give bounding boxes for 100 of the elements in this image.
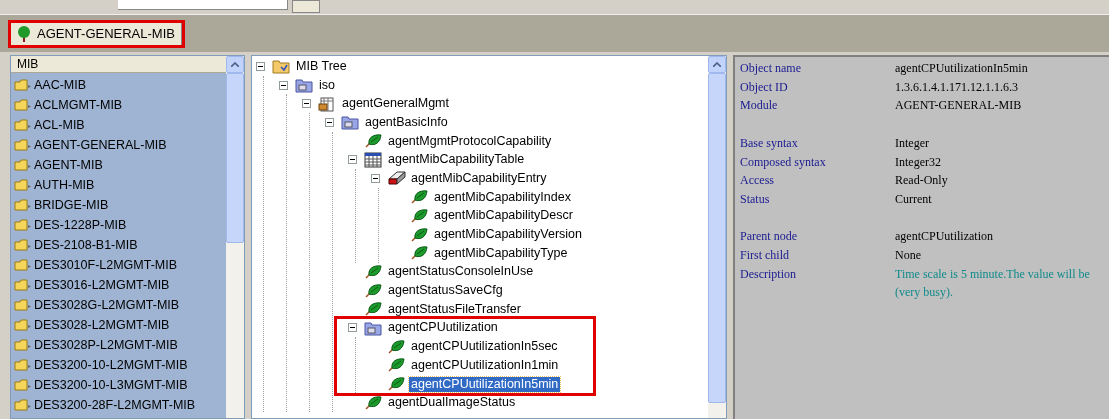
list-item[interactable]: AUTH-MIB	[11, 175, 226, 195]
expander-toggle[interactable]	[325, 117, 334, 127]
leaf-icon	[364, 301, 382, 318]
property-value: Current	[895, 190, 932, 208]
toolbar-field[interactable]	[118, 0, 288, 10]
leaf-icon	[410, 189, 428, 206]
expander-toggle[interactable]	[279, 80, 288, 90]
folder-icon	[14, 399, 32, 411]
tree-node[interactable]: agentCPUutilizationIn1min	[409, 357, 561, 373]
expander-toggle[interactable]	[348, 155, 357, 165]
tree-node[interactable]: MIB Tree	[294, 58, 349, 74]
list-item[interactable]: DES3200-28F-L2MGMT-MIB	[11, 395, 226, 415]
folder-icon	[14, 199, 32, 211]
scrollbar[interactable]	[226, 56, 244, 418]
list-item[interactable]: DES3028G-L2MGMT-MIB	[11, 295, 226, 315]
tree-node[interactable]: agentCPUutilization	[386, 320, 500, 336]
property-value: Time scale is 5 minute.The value will be	[895, 265, 1090, 283]
tree-node[interactable]: agentGeneralMgmt	[340, 96, 451, 112]
list-item[interactable]: DES3016-L2MGMT-MIB	[11, 275, 226, 295]
folder-icon	[295, 77, 313, 94]
tree-node[interactable]: agentDualImageStatus	[386, 395, 518, 411]
entry-icon	[387, 170, 407, 187]
folder-icon	[14, 319, 32, 331]
list-item[interactable]: DES3028-L2MGMT-MIB	[11, 315, 226, 335]
list-item[interactable]: DES-2108-B1-MIB	[11, 235, 226, 255]
tree-node[interactable]: agentMibCapabilityVersion	[432, 227, 584, 243]
list-item[interactable]: DES3200-10-L3MGMT-MIB	[11, 375, 226, 395]
tree-node[interactable]: agentMibCapabilityIndex	[432, 189, 573, 205]
leaf-icon	[364, 394, 382, 411]
list-item[interactable]: AAC-MIB	[11, 75, 226, 95]
property-label: Access	[740, 172, 775, 190]
scrollbar[interactable]	[708, 56, 726, 418]
list-item[interactable]: ACLMGMT-MIB	[11, 95, 226, 115]
expander-toggle[interactable]	[302, 99, 311, 109]
folder-icon	[14, 279, 32, 291]
toolbar-button[interactable]	[292, 0, 320, 13]
leaf-icon	[410, 207, 428, 224]
property-value: 1.3.6.1.4.1.171.12.1.1.6.3	[895, 78, 1018, 96]
tree-node[interactable]: agentMgmtProtocolCapability	[386, 133, 554, 149]
property-label: Module	[740, 97, 779, 115]
folder-icon	[341, 114, 359, 131]
property-label: First child	[740, 247, 790, 264]
expander-toggle[interactable]	[256, 61, 265, 71]
property-label: Parent node	[740, 228, 798, 246]
property-label: Base syntax	[740, 134, 799, 152]
property-value: Read-Only	[895, 172, 948, 190]
tree-node[interactable]: agentCPUutilizationIn5min	[409, 376, 561, 392]
expander-toggle[interactable]	[348, 323, 357, 333]
folder-icon	[364, 319, 382, 336]
leaf-icon	[364, 263, 382, 280]
list-item[interactable]: DES3200-10-L2MGMT-MIB	[11, 355, 226, 375]
list-item[interactable]: AGENT-GENERAL-MIB	[11, 135, 226, 155]
property-label: Status	[740, 190, 771, 208]
folder-icon	[272, 58, 290, 75]
property-value: agentCPUutilizationIn5min	[895, 60, 1028, 77]
list-item[interactable]: AGENT-MIB	[11, 155, 226, 175]
property-value: AGENT-GENERAL-MIB	[895, 97, 1022, 115]
folder-icon	[14, 139, 32, 151]
tree-node[interactable]: agentMibCapabilityType	[432, 245, 570, 261]
property-value: agentCPUutilization	[895, 228, 993, 246]
property-value: Integer	[895, 134, 929, 152]
folder-icon	[14, 119, 32, 131]
property-label: Object ID	[740, 78, 789, 96]
tab[interactable]: AGENT-GENERAL-MIB	[11, 23, 182, 45]
tree-node[interactable]: agentStatusFileTransfer	[386, 301, 523, 317]
folder-icon	[14, 79, 32, 91]
property-label: Composed syntax	[740, 153, 827, 171]
leaf-icon	[387, 338, 405, 355]
folder-icon	[14, 379, 32, 391]
tree-node[interactable]: agentMibCapabilityTable	[386, 152, 527, 168]
leaf-icon	[387, 376, 405, 393]
property-value: None	[895, 247, 921, 264]
folder-icon	[14, 359, 32, 371]
tree-node[interactable]: agentMibCapabilityDescr	[432, 208, 575, 224]
leaf-icon	[364, 282, 382, 299]
tree-node[interactable]: agentMibCapabilityEntry	[409, 170, 549, 186]
folder-icon	[14, 219, 32, 231]
tree-node[interactable]: agentStatusSaveCfg	[386, 283, 505, 299]
tree-node[interactable]: agentStatusConsoleInUse	[386, 264, 536, 280]
folder-icon	[14, 299, 32, 311]
module-icon	[318, 95, 336, 112]
expander-toggle[interactable]	[371, 173, 380, 183]
tree-node[interactable]: agentCPUutilizationIn5sec	[409, 339, 560, 355]
folder-icon	[14, 99, 32, 111]
list-item[interactable]: ACL-MIB	[11, 115, 226, 135]
list-item[interactable]: DES-1228P-MIB	[11, 215, 226, 235]
folder-icon	[14, 179, 32, 191]
property-label: Object name	[740, 60, 802, 77]
leaf-icon	[387, 357, 405, 374]
leaf-icon	[410, 245, 428, 262]
list-item[interactable]: DES3028P-L2MGMT-MIB	[11, 335, 226, 355]
tree-node[interactable]: agentBasicInfo	[363, 114, 450, 130]
tree-node[interactable]: iso	[317, 77, 337, 93]
leaf-icon	[364, 133, 382, 150]
folder-icon	[14, 339, 32, 351]
list-item[interactable]: DES3010F-L2MGMT-MIB	[11, 255, 226, 275]
list-item[interactable]: BRIDGE-MIB	[11, 195, 226, 215]
folder-icon	[14, 259, 32, 271]
tree-icon	[17, 26, 31, 42]
column-header[interactable]: MIB	[11, 56, 226, 73]
